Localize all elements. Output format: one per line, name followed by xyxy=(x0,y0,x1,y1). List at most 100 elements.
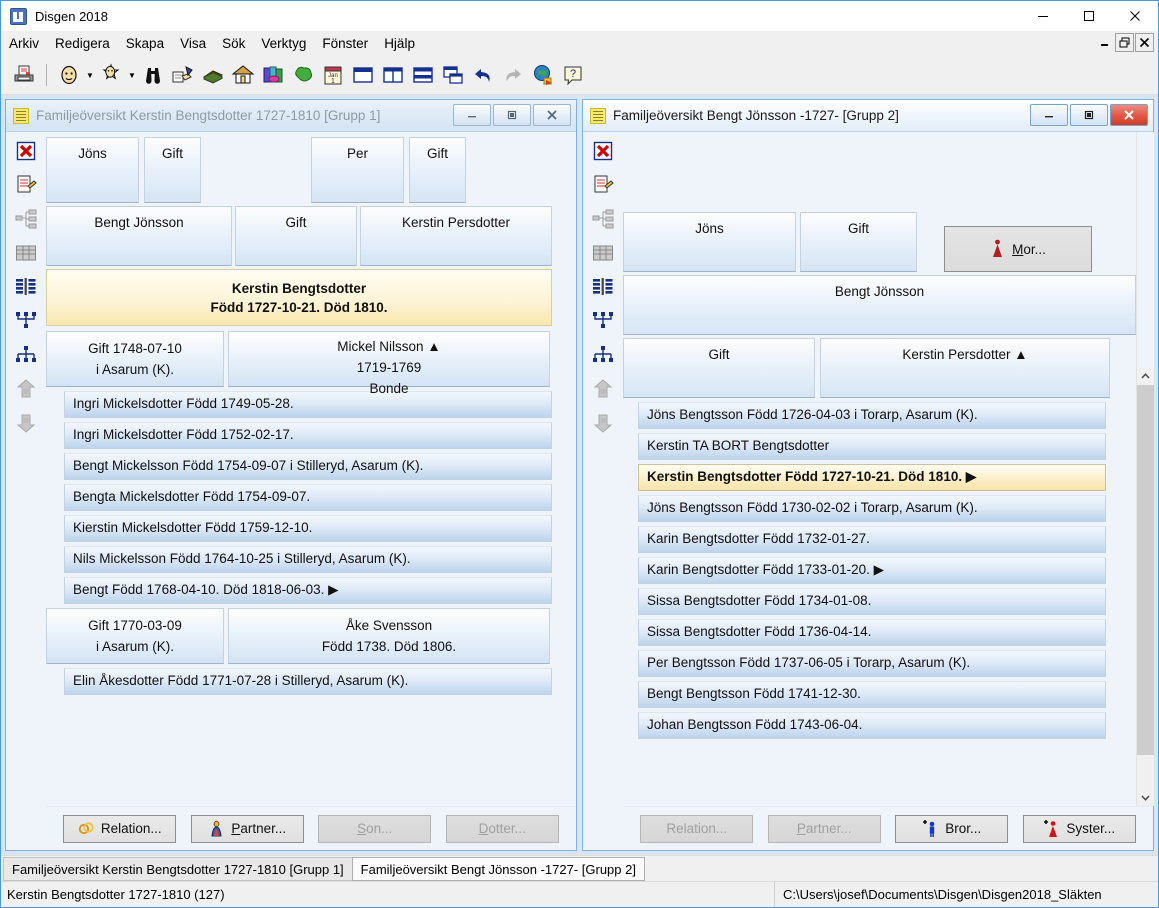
left-close-icon[interactable] xyxy=(533,104,571,126)
ancestor-chart-icon[interactable] xyxy=(13,342,39,368)
grandparent-marriage-box-2[interactable]: Gift xyxy=(409,137,466,203)
child-window-right[interactable]: Familjeöversikt Bengt Jönsson -1727- [Gr… xyxy=(582,99,1154,851)
list-item[interactable]: Nils Mickelsson Född 1764-10-25 i Stille… xyxy=(64,546,552,573)
tree-structure-icon[interactable] xyxy=(13,206,39,232)
list-item[interactable]: Elin Åkesdotter Född 1771-07-28 i Stille… xyxy=(64,668,552,695)
minimize-icon[interactable] xyxy=(1020,1,1066,31)
right-minimize-icon[interactable] xyxy=(1030,104,1068,126)
book-icon[interactable] xyxy=(198,60,228,90)
columns-icon[interactable] xyxy=(13,274,39,300)
descendant-down-icon[interactable] xyxy=(590,410,616,436)
father-box[interactable]: Bengt Jönsson xyxy=(46,206,232,266)
table-grid-icon[interactable] xyxy=(590,240,616,266)
close-icon[interactable] xyxy=(1112,1,1158,31)
help-icon[interactable]: ? xyxy=(558,60,588,90)
list-item[interactable]: Sissa Bengtsdotter Född 1734-01-08. xyxy=(638,588,1106,615)
vertical-scrollbar[interactable] xyxy=(1136,132,1154,806)
house-icon[interactable] xyxy=(228,60,258,90)
son-button[interactable]: Son... xyxy=(318,814,432,843)
grandparent-box-jons[interactable]: Jöns xyxy=(46,137,139,203)
grandparent-marriage-box-1[interactable]: Gift xyxy=(144,137,201,203)
mdi-restore-icon[interactable] xyxy=(1115,33,1134,52)
scroll-up-arrow-icon[interactable] xyxy=(1136,368,1154,385)
grandparent-box-per[interactable]: Per xyxy=(311,137,404,203)
binoculars-icon[interactable] xyxy=(138,60,168,90)
window-horizontal-tile-icon[interactable] xyxy=(408,60,438,90)
delete-red-x-icon[interactable] xyxy=(590,138,616,164)
focus-person-box[interactable]: Kerstin Bengtsdotter Född 1727-10-21. Dö… xyxy=(46,269,552,326)
descendant-down-icon[interactable] xyxy=(13,410,39,436)
marriage-box-2[interactable]: Gift 1770-03-09 i Asarum (K). xyxy=(46,608,224,664)
marriage-box[interactable]: Gift xyxy=(623,338,815,398)
columns-icon[interactable] xyxy=(590,274,616,300)
menu-verktyg[interactable]: Verktyg xyxy=(253,33,314,54)
list-item[interactable]: Jöns Bengtsson Född 1726-04-03 i Torarp,… xyxy=(638,402,1106,429)
left-window-titlebar[interactable]: Familjeöversikt Kerstin Bengtsdotter 172… xyxy=(6,100,576,132)
dropdown-caret-icon[interactable]: ▼ xyxy=(126,60,138,90)
globe-icon[interactable] xyxy=(528,60,558,90)
edit-note-icon[interactable] xyxy=(590,172,616,198)
list-item[interactable]: Bengt Bengtsson Född 1741-12-30. xyxy=(638,681,1106,708)
menu-hjalp[interactable]: Hjälp xyxy=(376,33,423,54)
parents-marriage-box[interactable]: Gift xyxy=(235,206,357,266)
window-cascade-icon[interactable] xyxy=(438,60,468,90)
relation-button[interactable]: Relation... xyxy=(63,814,177,843)
list-item[interactable]: Karin Bengtsdotter Född 1733-01-20. ▶ xyxy=(638,557,1106,584)
list-item[interactable]: Sissa Bengtsdotter Född 1736-04-14. xyxy=(638,619,1106,646)
list-item-selected[interactable]: Kerstin Bengtsdotter Född 1727-10-21. Dö… xyxy=(638,464,1106,491)
mdi-close-icon[interactable] xyxy=(1135,33,1154,52)
scrollbar-track[interactable] xyxy=(1136,755,1154,789)
tree-structure-icon[interactable] xyxy=(590,206,616,232)
ancestor-chart-icon[interactable] xyxy=(590,342,616,368)
spouse-box-1[interactable]: Mickel Nilsson ▲ 1719-1769 Bonde xyxy=(228,331,550,396)
list-item[interactable]: Bengt Mickelsson Född 1754-09-07 i Still… xyxy=(64,453,552,480)
syster-button[interactable]: Syster... xyxy=(1022,814,1136,843)
relation-button[interactable]: Relation... xyxy=(640,814,754,843)
list-item[interactable]: Ingri Mickelsdotter Född 1752-02-17. xyxy=(64,422,552,449)
books-icon[interactable] xyxy=(258,60,288,90)
window-vertical-tile-icon[interactable] xyxy=(378,60,408,90)
list-item[interactable]: Kierstin Mickelsdotter Född 1759-12-10. xyxy=(64,515,552,542)
list-item[interactable]: Johan Bengtsson Född 1743-06-04. xyxy=(638,712,1106,739)
grandparent-marriage-box[interactable]: Gift xyxy=(800,212,917,272)
ancestor-up-icon[interactable] xyxy=(590,376,616,402)
list-item[interactable]: Bengt Född 1768-04-10. Död 1818-06-03. ▶ xyxy=(64,577,552,604)
scrollbar-thumb[interactable] xyxy=(1136,385,1154,755)
person-box-bengt-jonsson[interactable]: Bengt Jönsson xyxy=(623,275,1136,335)
mother-box[interactable]: Kerstin Persdotter xyxy=(360,206,552,266)
marriage-box-1[interactable]: Gift 1748-07-10 i Asarum (K). xyxy=(46,331,224,387)
person-star-icon[interactable] xyxy=(96,60,126,90)
window-single-icon[interactable] xyxy=(348,60,378,90)
spouse-box-2[interactable]: Åke Svensson Född 1738. Död 1806. xyxy=(228,608,550,664)
left-maximize-icon[interactable] xyxy=(493,104,531,126)
menu-arkiv[interactable]: Arkiv xyxy=(1,33,47,54)
dropdown-caret-icon[interactable]: ▼ xyxy=(84,60,96,90)
table-grid-icon[interactable] xyxy=(13,240,39,266)
menu-fonster[interactable]: Fönster xyxy=(314,33,376,54)
list-item[interactable]: Karin Bengtsdotter Född 1732-01-27. xyxy=(638,526,1106,553)
menu-redigera[interactable]: Redigera xyxy=(47,33,118,54)
tree-icon[interactable] xyxy=(288,60,318,90)
undo-icon[interactable] xyxy=(468,60,498,90)
edit-note-icon[interactable] xyxy=(13,172,39,198)
dotter-button[interactable]: Dotter... xyxy=(445,814,559,843)
spouse-box[interactable]: Kerstin Persdotter ▲ xyxy=(820,338,1110,398)
descendant-chart-icon[interactable] xyxy=(590,308,616,334)
list-item[interactable]: Per Bengtsson Född 1737-06-05 i Torarp, … xyxy=(638,650,1106,677)
grandparent-box-jons[interactable]: Jöns xyxy=(623,212,796,272)
right-close-icon[interactable] xyxy=(1110,104,1148,126)
menu-skapa[interactable]: Skapa xyxy=(118,33,172,54)
left-minimize-icon[interactable] xyxy=(453,104,491,126)
bror-button[interactable]: Bror... xyxy=(895,814,1009,843)
menu-visa[interactable]: Visa xyxy=(172,33,214,54)
menu-sok[interactable]: Sök xyxy=(214,33,253,54)
right-window-titlebar[interactable]: Familjeöversikt Bengt Jönsson -1727- [Gr… xyxy=(583,100,1153,132)
partner-button[interactable]: Partner... xyxy=(190,814,304,843)
person-icon[interactable] xyxy=(54,60,84,90)
maximize-icon[interactable] xyxy=(1066,1,1112,31)
list-item[interactable]: Jöns Bengtsson Född 1730-02-02 i Torarp,… xyxy=(638,495,1106,522)
tab-grupp-1[interactable]: Familjeöversikt Kerstin Bengtsdotter 172… xyxy=(3,857,353,881)
calendar-icon[interactable]: Jan 1 xyxy=(318,60,348,90)
pointing-hand-icon[interactable] xyxy=(168,60,198,90)
ancestor-up-icon[interactable] xyxy=(13,376,39,402)
